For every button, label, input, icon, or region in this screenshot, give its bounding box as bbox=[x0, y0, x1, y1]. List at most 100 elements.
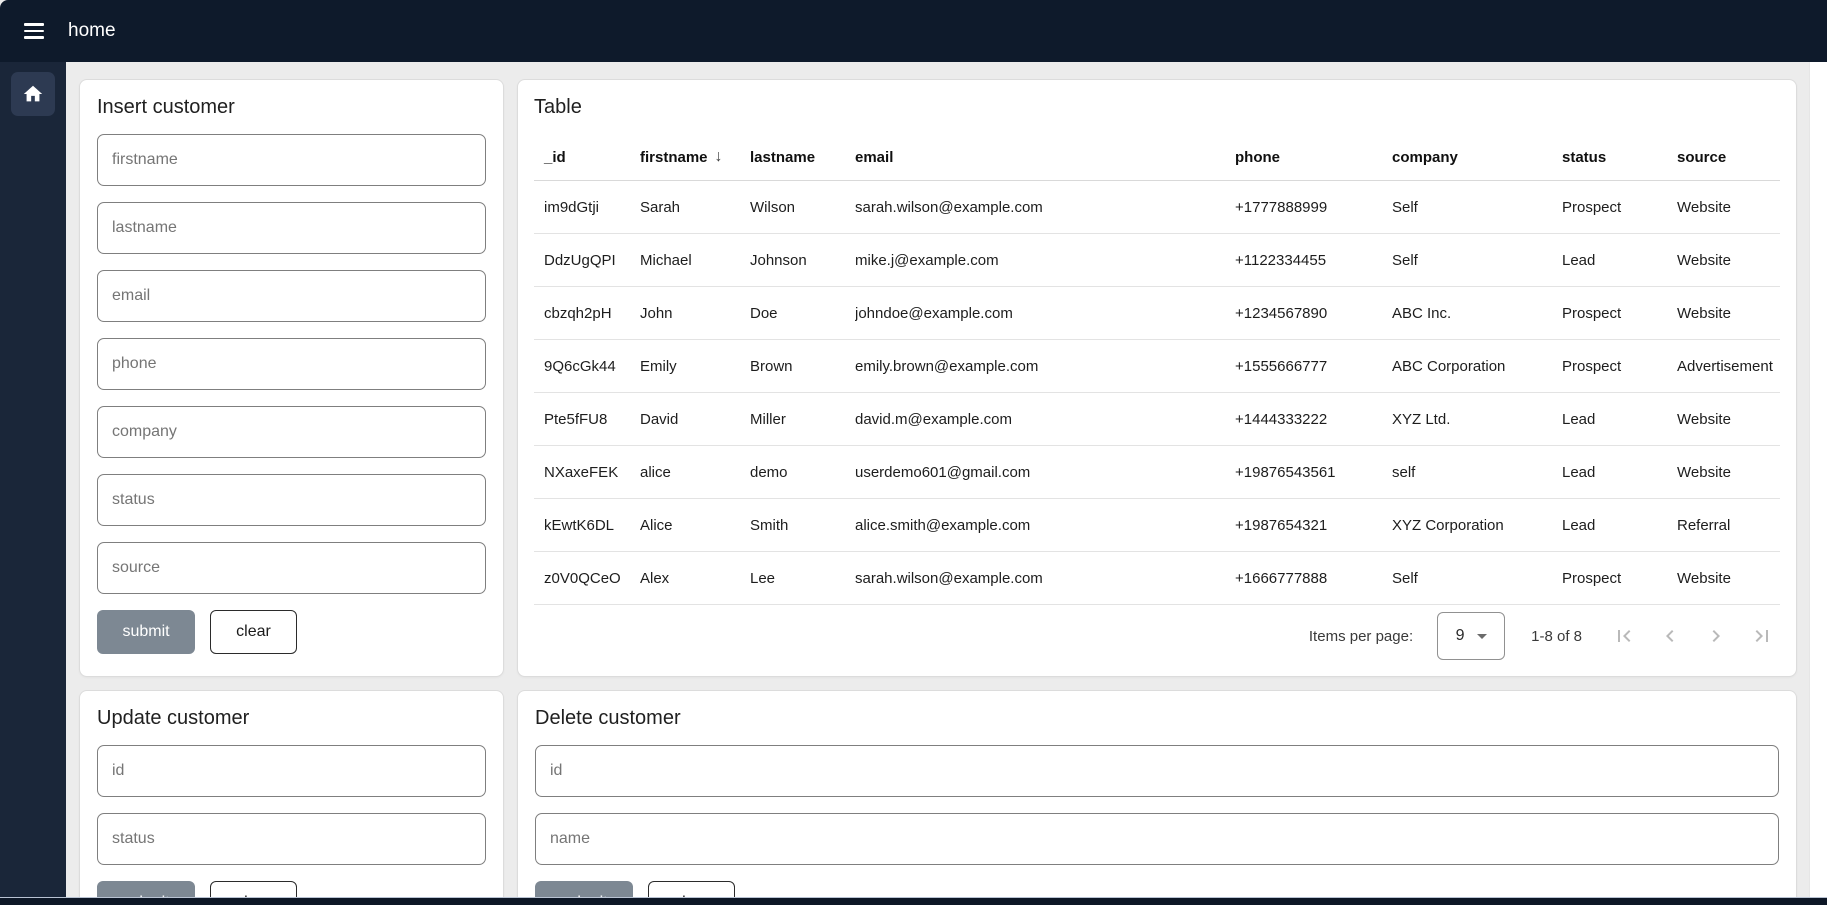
paginator: Items per page: 9 1-8 of 8 bbox=[534, 605, 1780, 667]
table-cell: Emily bbox=[640, 358, 750, 375]
delete-name-input[interactable] bbox=[535, 813, 1779, 865]
table-cell: NXaxeFEK bbox=[544, 464, 640, 481]
insert-customer-title: Insert customer bbox=[97, 94, 486, 120]
column-header-company[interactable]: company bbox=[1392, 149, 1562, 166]
table-cell: Johnson bbox=[750, 252, 855, 269]
table-cell: XYZ Corporation bbox=[1392, 517, 1562, 534]
last-page-button[interactable] bbox=[1750, 624, 1774, 648]
insert-customer-form bbox=[97, 134, 486, 594]
first-page-button[interactable] bbox=[1612, 624, 1636, 648]
table-cell: userdemo601@gmail.com bbox=[855, 464, 1235, 481]
column-header-firstname[interactable]: firstname↓ bbox=[640, 148, 750, 166]
table-cell: Lee bbox=[750, 570, 855, 587]
insert-phone-input[interactable] bbox=[97, 338, 486, 390]
insert-lastname-input[interactable] bbox=[97, 202, 486, 254]
table-cell: Prospect bbox=[1562, 358, 1677, 375]
table-cell: Self bbox=[1392, 252, 1562, 269]
first-page-icon bbox=[1612, 624, 1636, 648]
table-row: im9dGtjiSarahWilsonsarah.wilson@example.… bbox=[534, 181, 1780, 234]
delete-customer-card: Delete customer submit clear bbox=[517, 690, 1797, 905]
table-row: DdzUgQPIMichaelJohnsonmike.j@example.com… bbox=[534, 234, 1780, 287]
table-cell: sarah.wilson@example.com bbox=[855, 199, 1235, 216]
insert-source-input[interactable] bbox=[97, 542, 486, 594]
update-id-input[interactable] bbox=[97, 745, 486, 797]
table-header-row: _idfirstname↓lastnameemailphonecompanyst… bbox=[534, 134, 1780, 181]
topbar: home bbox=[0, 0, 1827, 62]
hamburger-menu-icon bbox=[24, 23, 44, 26]
update-status-input[interactable] bbox=[97, 813, 486, 865]
table-cell: Miller bbox=[750, 411, 855, 428]
table-cell: Pte5fFU8 bbox=[544, 411, 640, 428]
items-per-page-select[interactable]: 9 bbox=[1437, 612, 1505, 660]
table-cell: demo bbox=[750, 464, 855, 481]
insert-company-input[interactable] bbox=[97, 406, 486, 458]
table-cell: Sarah bbox=[640, 199, 750, 216]
table-cell: Website bbox=[1677, 199, 1780, 216]
table-cell: +1444333222 bbox=[1235, 411, 1392, 428]
table-cell: Advertisement bbox=[1677, 358, 1780, 375]
table-cell: Smith bbox=[750, 517, 855, 534]
column-header-phone[interactable]: phone bbox=[1235, 149, 1392, 166]
app-window: home Insert customer submit clear Table … bbox=[0, 0, 1827, 905]
table-cell: +1666777888 bbox=[1235, 570, 1392, 587]
table-cell: Self bbox=[1392, 199, 1562, 216]
insert-status-input[interactable] bbox=[97, 474, 486, 526]
table-cell: Alice bbox=[640, 517, 750, 534]
table-cell: mike.j@example.com bbox=[855, 252, 1235, 269]
table-cell: im9dGtji bbox=[544, 199, 640, 216]
update-customer-form bbox=[97, 745, 486, 865]
column-header-source[interactable]: source bbox=[1677, 149, 1780, 166]
insert-customer-card: Insert customer submit clear bbox=[79, 79, 504, 677]
paginator-range-label: 1-8 of 8 bbox=[1531, 628, 1582, 645]
menu-button[interactable] bbox=[12, 9, 56, 53]
table-title: Table bbox=[534, 94, 1780, 120]
items-per-page-label: Items per page: bbox=[1309, 628, 1413, 645]
delete-id-input[interactable] bbox=[535, 745, 1779, 797]
table-cell: emily.brown@example.com bbox=[855, 358, 1235, 375]
chevron-right-icon bbox=[1704, 624, 1728, 648]
table-cell: +1234567890 bbox=[1235, 305, 1392, 322]
insert-firstname-input[interactable] bbox=[97, 134, 486, 186]
last-page-icon bbox=[1750, 624, 1774, 648]
table-cell: +1555666777 bbox=[1235, 358, 1392, 375]
main-content: Insert customer submit clear Table _idfi… bbox=[66, 62, 1810, 905]
table-cell: alice.smith@example.com bbox=[855, 517, 1235, 534]
table-cell: alice bbox=[640, 464, 750, 481]
next-page-button[interactable] bbox=[1704, 624, 1728, 648]
column-header-lastname[interactable]: lastname bbox=[750, 149, 855, 166]
sidebar-item-home[interactable] bbox=[11, 72, 55, 116]
previous-page-button[interactable] bbox=[1658, 624, 1682, 648]
table-cell: +19876543561 bbox=[1235, 464, 1392, 481]
table-row: Pte5fFU8DavidMillerdavid.m@example.com+1… bbox=[534, 393, 1780, 446]
column-header-status[interactable]: status bbox=[1562, 149, 1677, 166]
table-cell: Referral bbox=[1677, 517, 1780, 534]
table-cell: +1777888999 bbox=[1235, 199, 1392, 216]
table-body: im9dGtjiSarahWilsonsarah.wilson@example.… bbox=[534, 181, 1780, 605]
table-cell: Wilson bbox=[750, 199, 855, 216]
sort-descending-arrow-icon: ↓ bbox=[715, 148, 723, 166]
delete-customer-form bbox=[535, 745, 1779, 865]
table-cell: ABC Inc. bbox=[1392, 305, 1562, 322]
table-row: NXaxeFEKalicedemouserdemo601@gmail.com+1… bbox=[534, 446, 1780, 499]
column-header-_id[interactable]: _id bbox=[544, 149, 640, 166]
sidebar bbox=[0, 62, 66, 905]
update-customer-title: Update customer bbox=[97, 705, 486, 731]
table-cell: Brown bbox=[750, 358, 855, 375]
table-cell: Doe bbox=[750, 305, 855, 322]
column-header-email[interactable]: email bbox=[855, 149, 1235, 166]
page-size-value: 9 bbox=[1456, 627, 1465, 645]
table-cell: Michael bbox=[640, 252, 750, 269]
scrollbar-track[interactable] bbox=[1809, 62, 1827, 898]
table-cell: XYZ Ltd. bbox=[1392, 411, 1562, 428]
table-cell: david.m@example.com bbox=[855, 411, 1235, 428]
window-bottom-edge bbox=[0, 897, 1827, 905]
table-cell: ABC Corporation bbox=[1392, 358, 1562, 375]
insert-clear-button[interactable]: clear bbox=[210, 610, 297, 654]
update-customer-card: Update customer submit clear bbox=[79, 690, 504, 905]
table-cell: +1122334455 bbox=[1235, 252, 1392, 269]
table-cell: Prospect bbox=[1562, 570, 1677, 587]
insert-submit-button[interactable]: submit bbox=[97, 610, 195, 654]
insert-email-input[interactable] bbox=[97, 270, 486, 322]
table-cell: self bbox=[1392, 464, 1562, 481]
table-cell: cbzqh2pH bbox=[544, 305, 640, 322]
